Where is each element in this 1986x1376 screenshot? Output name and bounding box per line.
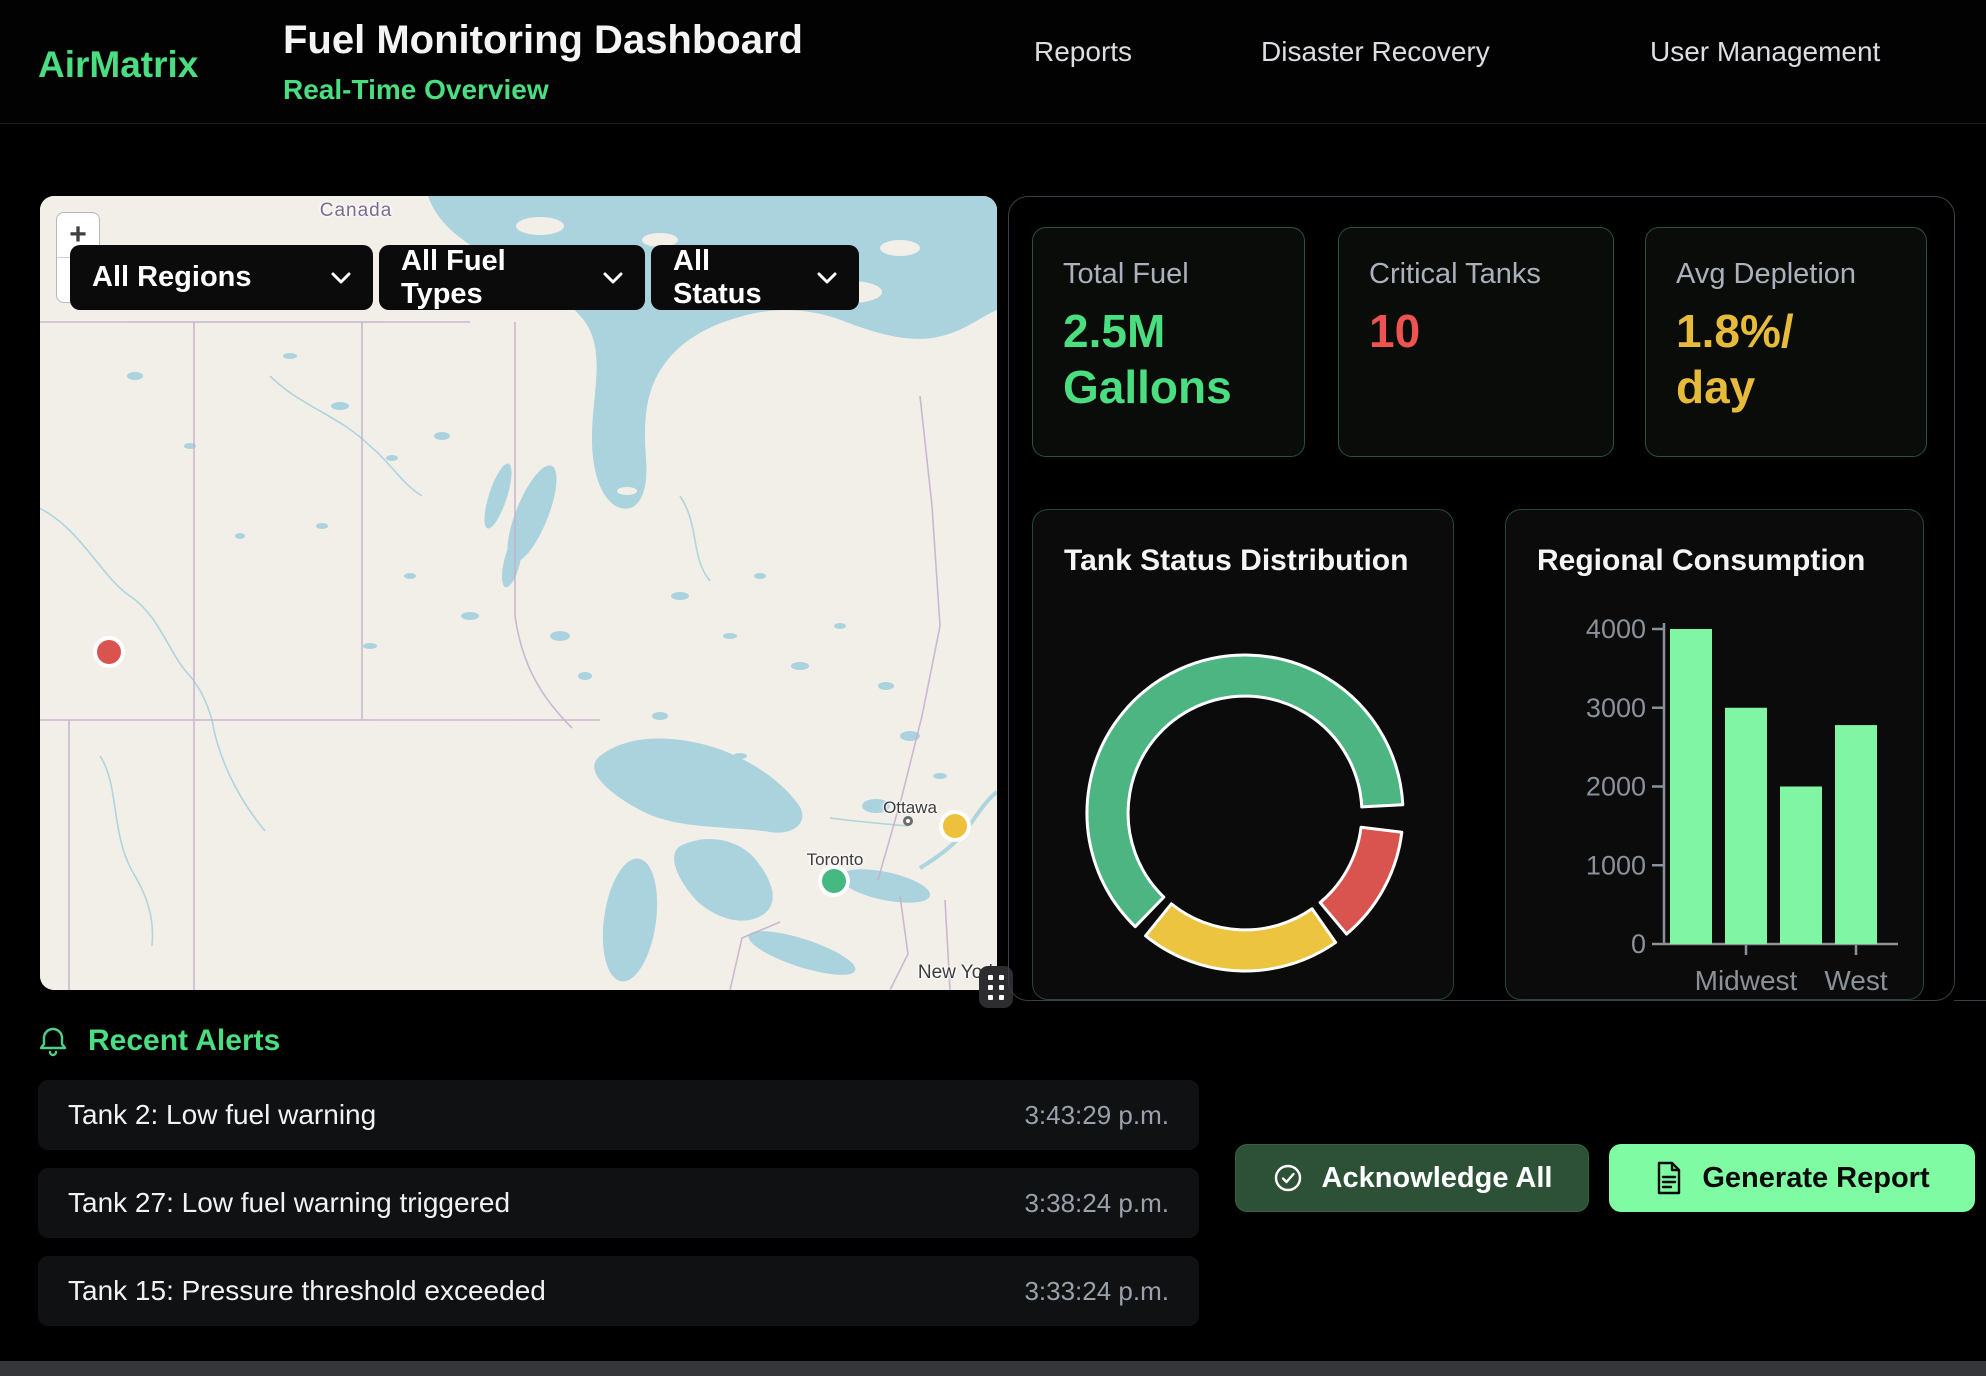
tank-status-donut-chart: [1033, 510, 1454, 1000]
region-filter-dropdown[interactable]: All Regions: [70, 245, 373, 310]
stat-label: Critical Tanks: [1369, 258, 1583, 291]
stat-label: Total Fuel: [1063, 258, 1274, 291]
tank-marker-critical[interactable]: [97, 640, 121, 664]
map-terrain: [40, 196, 997, 990]
region-filter-value: All Regions: [92, 261, 252, 294]
regional-consumption-bar-chart: 0 1000 2000 3000 4000 Midwest West: [1506, 510, 1924, 1000]
svg-text:2000: 2000: [1586, 772, 1646, 802]
svg-text:4000: 4000: [1586, 614, 1646, 644]
alert-timestamp: 3:43:29 p.m.: [1024, 1100, 1169, 1131]
alert-list-item[interactable]: Tank 15: Pressure threshold exceeded 3:3…: [38, 1256, 1199, 1326]
nav-reports[interactable]: Reports: [1034, 36, 1132, 68]
app-header: AirMatrix Fuel Monitoring Dashboard Real…: [0, 0, 1986, 124]
stat-value: 2.5M Gallons: [1063, 303, 1274, 415]
check-circle-icon: [1272, 1162, 1304, 1194]
acknowledge-all-label: Acknowledge All: [1322, 1162, 1553, 1195]
alert-message: Tank 15: Pressure threshold exceeded: [68, 1275, 546, 1307]
svg-text:West: West: [1824, 965, 1887, 996]
alert-timestamp: 3:33:24 p.m.: [1024, 1276, 1169, 1307]
map-filters: All Regions All Fuel Types All Status: [70, 245, 859, 310]
acknowledge-all-button[interactable]: Acknowledge All: [1235, 1144, 1589, 1212]
svg-text:0: 0: [1631, 929, 1646, 959]
regional-consumption-chart-card: Regional Consumption 01000200030004000Mi…: [1505, 509, 1924, 1000]
status-filter-dropdown[interactable]: All Status: [651, 245, 859, 310]
stat-value: 10: [1369, 303, 1583, 359]
svg-text:3000: 3000: [1586, 693, 1646, 723]
alert-timestamp: 3:38:24 p.m.: [1024, 1188, 1169, 1219]
page-title: Fuel Monitoring Dashboard: [283, 18, 803, 63]
fuel-type-filter-dropdown[interactable]: All Fuel Types: [379, 245, 645, 310]
tank-marker-warning[interactable]: [943, 814, 967, 838]
section-divider: [1954, 1000, 1986, 1001]
chevron-down-icon: [603, 272, 623, 284]
svg-text:Midwest: Midwest: [1695, 965, 1798, 996]
fuel-type-filter-value: All Fuel Types: [401, 245, 585, 311]
chevron-down-icon: [331, 272, 351, 284]
generate-report-button[interactable]: Generate Report: [1609, 1144, 1975, 1212]
alert-list-item[interactable]: Tank 27: Low fuel warning triggered 3:38…: [38, 1168, 1199, 1238]
stat-card-avg-depletion: Avg Depletion 1.8%/ day: [1645, 227, 1927, 457]
stat-card-total-fuel: Total Fuel 2.5M Gallons: [1032, 227, 1305, 457]
bell-icon: [38, 1025, 68, 1057]
fuel-map[interactable]: Canada Ottawa Toronto New York + − All R…: [40, 196, 997, 990]
tank-status-chart-card: Tank Status Distribution: [1032, 509, 1454, 1000]
tank-marker-normal[interactable]: [822, 869, 846, 893]
nav-user-management[interactable]: User Management: [1650, 36, 1880, 68]
alert-list-item[interactable]: Tank 2: Low fuel warning 3:43:29 p.m.: [38, 1080, 1199, 1150]
bottom-bar: [0, 1361, 1986, 1376]
alert-message: Tank 2: Low fuel warning: [68, 1099, 376, 1131]
svg-text:1000: 1000: [1586, 850, 1646, 880]
alert-message: Tank 27: Low fuel warning triggered: [68, 1187, 510, 1219]
document-icon: [1654, 1161, 1684, 1195]
alerts-header: Recent Alerts: [38, 1024, 280, 1058]
nav-disaster-recovery[interactable]: Disaster Recovery: [1261, 36, 1490, 68]
generate-report-label: Generate Report: [1702, 1162, 1929, 1195]
brand-logo[interactable]: AirMatrix: [38, 44, 198, 86]
stat-card-critical-tanks: Critical Tanks 10: [1338, 227, 1614, 457]
status-filter-value: All Status: [673, 245, 799, 311]
stat-label: Avg Depletion: [1676, 258, 1896, 291]
stat-value: 1.8%/ day: [1676, 303, 1896, 415]
town-marker-icon: [903, 816, 913, 826]
alerts-title: Recent Alerts: [88, 1024, 280, 1058]
page-subtitle: Real-Time Overview: [283, 74, 549, 106]
chevron-down-icon: [817, 272, 837, 284]
